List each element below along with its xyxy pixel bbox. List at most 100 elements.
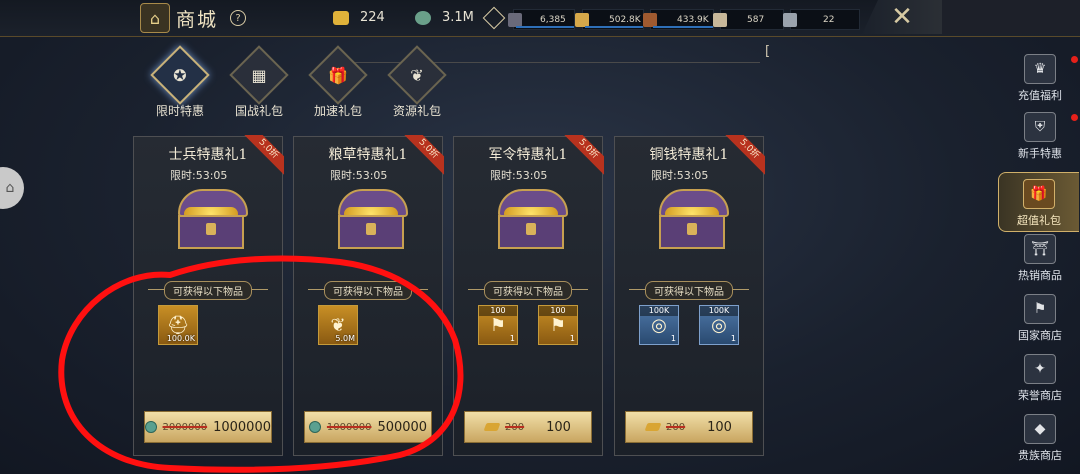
grid-icon: ▦	[251, 65, 267, 85]
buy-button[interactable]: 2000000 1000000	[144, 411, 272, 443]
banner-icon: ⚑	[1024, 294, 1056, 324]
sale-price: 100	[546, 419, 571, 435]
wood-icon	[643, 12, 657, 27]
grain-icon	[575, 12, 589, 27]
right-sidebar: ♛ 充值福利 ⛨ 新手特惠 🎁 超值礼包 ⛩ 热销商品 ⚑ 国家商店 ✦ 荣誉商…	[998, 54, 1080, 474]
tab-war-pack[interactable]: ▦ 国战礼包	[224, 45, 294, 119]
wood-resource[interactable]: 433.9K	[643, 9, 714, 30]
gold-resource[interactable]: 224	[333, 10, 385, 25]
tab-limited-offer[interactable]: ✪ 限时特惠	[145, 45, 215, 119]
obtain-items-label: 可获得以下物品	[294, 280, 442, 300]
diamond-icon: ◆	[1024, 414, 1056, 444]
card-timer: 限时:53:05	[330, 169, 388, 182]
shop-title-group: ⌂ 商城 ?	[140, 3, 247, 33]
sale-price: 100	[707, 419, 732, 435]
tab-resource-pack[interactable]: ❦ 资源礼包	[382, 45, 452, 119]
reward-items: 100 ⚑ 1 100 ⚑ 1	[478, 305, 578, 345]
sidebar-item-newbie-offer[interactable]: ⛨ 新手特惠	[1000, 112, 1080, 170]
reward-item-grain[interactable]: ❦ 5.0M	[318, 305, 358, 345]
reward-item-copper[interactable]: 100K ◎ 1	[639, 305, 679, 345]
home-icon: ⌂	[5, 180, 15, 196]
buy-button[interactable]: 200 100	[625, 411, 753, 443]
sidebar-item-label: 荣誉商店	[1018, 389, 1062, 402]
notification-dot	[1071, 56, 1078, 63]
offer-card-soldier[interactable]: 士兵特惠礼1 5.0折 限时:53:05 可获得以下物品 ⛑ 100.0K 20…	[133, 135, 284, 456]
obtain-items-label: 可获得以下物品	[615, 280, 763, 300]
card-timer: 限时:53:05	[651, 169, 709, 182]
help-icon[interactable]: ?	[230, 10, 247, 26]
reward-item-soldier[interactable]: ⛑ 100.0K	[158, 305, 198, 345]
gift-icon: 🎁	[1023, 179, 1055, 209]
sidebar-item-label: 贵族商店	[1018, 449, 1062, 462]
buy-button[interactable]: 200 100	[464, 411, 592, 443]
card-timer: 限时:53:05	[170, 169, 228, 182]
obtain-items-label: 可获得以下物品	[454, 280, 602, 300]
copper-resource[interactable]: 3.1M	[415, 10, 474, 25]
original-price: 200	[666, 421, 686, 433]
shop-emblem-icon: ⌂	[140, 3, 170, 33]
reward-item-copper[interactable]: 100K ◎ 1	[699, 305, 739, 345]
sidebar-item-label: 超值礼包	[1017, 214, 1061, 227]
discount-badge: 5.0折	[564, 135, 604, 175]
discount-badge: 5.0折	[404, 135, 444, 175]
top-decoration	[942, 0, 1080, 34]
original-price: 200	[505, 421, 525, 433]
sidebar-item-label: 充值福利	[1018, 89, 1062, 102]
copper-coin-icon	[415, 10, 431, 25]
gift-icon: 🎁	[328, 65, 348, 85]
notification-dot	[1071, 114, 1078, 121]
reward-items: 100K ◎ 1 100K ◎ 1	[639, 305, 739, 345]
bracket-text: [	[765, 44, 771, 59]
original-price: 2000000	[162, 421, 208, 433]
close-icon[interactable]: ✕	[862, 0, 942, 34]
sale-price: 500000	[377, 419, 428, 435]
shield-icon: ⛨	[1024, 112, 1056, 142]
sidebar-item-nation-shop[interactable]: ⚑ 国家商店	[1000, 294, 1080, 352]
reward-item-order[interactable]: 100 ⚑ 1	[478, 305, 518, 345]
sale-price: 1000000	[213, 419, 271, 435]
card-timer: 限时:53:05	[490, 169, 548, 182]
treasure-chest-icon	[498, 189, 568, 251]
stone-icon	[713, 12, 727, 27]
tab-speedup-pack[interactable]: 🎁 加速礼包	[303, 45, 373, 119]
reward-item-order[interactable]: 100 ⚑ 1	[538, 305, 578, 345]
gold-bar-icon	[483, 423, 501, 431]
discount-badge: 5.0折	[725, 135, 765, 175]
expand-resources-icon[interactable]	[482, 6, 506, 30]
page-title: 商城	[176, 8, 219, 31]
original-price: 1000000	[326, 421, 372, 433]
copper-coin-icon	[145, 421, 157, 433]
discount-badge: 5.0折	[244, 135, 284, 175]
copper-coin-icon	[308, 421, 321, 433]
sidebar-item-noble-shop[interactable]: ◆ 贵族商店	[1000, 414, 1080, 472]
sidebar-item-label: 国家商店	[1018, 329, 1062, 342]
star-icon: ✦	[1024, 354, 1056, 384]
stone-resource[interactable]: 587	[713, 9, 784, 30]
clock-icon: ✪	[173, 65, 187, 85]
offer-card-grain[interactable]: 粮草特惠礼1 5.0折 限时:53:05 可获得以下物品 ❦ 5.0M 1000…	[293, 135, 444, 456]
copper-value: 3.1M	[442, 10, 474, 25]
sidebar-item-label: 热销商品	[1018, 269, 1062, 282]
gate-icon: ⛩	[1024, 234, 1056, 264]
obtain-items-label: 可获得以下物品	[134, 280, 282, 300]
treasure-chest-icon	[338, 189, 408, 251]
iron-icon	[783, 12, 797, 27]
offer-card-order[interactable]: 军令特惠礼1 5.0折 限时:53:05 可获得以下物品 100 ⚑ 1 100…	[453, 135, 604, 456]
sidebar-item-hot-sale[interactable]: ⛩ 热销商品	[1000, 234, 1080, 292]
reward-items: ❦ 5.0M	[318, 305, 418, 345]
leaf-icon: ❦	[410, 65, 424, 85]
soldier-resource[interactable]: 6,385	[508, 9, 575, 30]
gold-value: 224	[360, 10, 385, 25]
iron-resource[interactable]: 22	[783, 9, 860, 30]
soldier-icon	[508, 12, 522, 27]
sidebar-item-recharge-welfare[interactable]: ♛ 充值福利	[1000, 54, 1080, 112]
offer-card-copper[interactable]: 铜钱特惠礼1 5.0折 限时:53:05 可获得以下物品 100K ◎ 1 10…	[614, 135, 765, 456]
treasure-chest-icon	[178, 189, 248, 251]
buy-button[interactable]: 1000000 500000	[304, 411, 432, 443]
floating-menu-button[interactable]: ⌂	[0, 167, 24, 209]
grain-resource[interactable]: 502.8K	[575, 9, 644, 30]
top-bar: ⌂ 商城 ? 224 3.1M 6,385 502.8K 433.9K 587 …	[0, 0, 1080, 37]
sidebar-item-honor-shop[interactable]: ✦ 荣誉商店	[1000, 354, 1080, 412]
gold-bar-icon	[644, 423, 662, 431]
sidebar-item-value-pack[interactable]: 🎁 超值礼包	[998, 172, 1079, 232]
